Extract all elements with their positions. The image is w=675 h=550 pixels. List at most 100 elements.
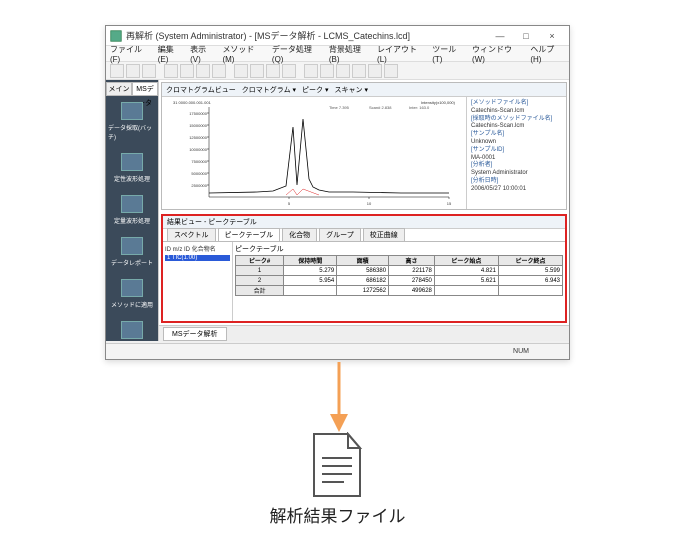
info-k5: [分析者] — [471, 162, 562, 170]
info-k6: [分析日時] — [471, 178, 562, 186]
result-file-icon — [308, 432, 366, 498]
chromatogram-panel: クロマトグラムビュー クロマトグラム ▾ ピーク ▾ スキャン ▾ Intens… — [161, 82, 567, 210]
report-icon — [121, 237, 143, 255]
sidebar-item-acquire[interactable]: データ採取(バッチ) — [106, 96, 158, 147]
doc-tab[interactable]: MSデータ解析 — [163, 327, 227, 341]
tool-btn[interactable] — [282, 64, 296, 78]
tool-btn[interactable] — [384, 64, 398, 78]
tool-btn[interactable] — [250, 64, 264, 78]
quant-icon — [121, 195, 143, 213]
minimize-button[interactable]: — — [487, 27, 513, 45]
sidebar-item-extra[interactable] — [106, 315, 158, 345]
tool-btn[interactable] — [164, 64, 178, 78]
tool-btn[interactable] — [336, 64, 350, 78]
sidebar: メイン MSデータ データ採取(バッチ) 定性波形処理 定量波形処理 データレポ… — [106, 80, 158, 341]
menu-tools[interactable]: ツール(T) — [432, 44, 466, 64]
th-area[interactable]: 面積 — [337, 256, 389, 266]
menu-layout[interactable]: レイアウト(L) — [377, 44, 426, 64]
svg-text:15: 15 — [447, 201, 452, 206]
sidebar-label: 定性波形処理 — [114, 174, 150, 183]
svg-text:5: 5 — [288, 201, 291, 206]
tool-btn[interactable] — [110, 64, 124, 78]
info-v5: System Administrator — [471, 170, 562, 178]
peak-table-wrap: ピークテーブル ピーク# 保持時間 面積 高さ ピーク始点 ピーク終点 — [233, 242, 565, 321]
svg-text:7500000: 7500000 — [191, 159, 207, 164]
chrom-dd1[interactable]: クロマトグラム ▾ — [242, 85, 296, 95]
sidebar-tab-msdata[interactable]: MSデータ — [132, 82, 158, 96]
tool-btn[interactable] — [352, 64, 366, 78]
tab-compound[interactable]: 化合物 — [282, 228, 317, 241]
status-bar: NUM — [106, 343, 569, 359]
th-peak[interactable]: ピーク# — [236, 256, 284, 266]
menu-bg[interactable]: 背景処理(B) — [329, 44, 371, 64]
tab-spectrum[interactable]: スペクトル — [167, 228, 216, 241]
sidebar-item-report[interactable]: データレポート — [106, 231, 158, 273]
menu-help[interactable]: ヘルプ(H) — [530, 44, 565, 64]
app-icon — [110, 30, 122, 42]
tool-btn[interactable] — [368, 64, 382, 78]
tool-btn[interactable] — [212, 64, 226, 78]
tab-peaktable[interactable]: ピークテーブル — [218, 228, 281, 241]
menu-dataproc[interactable]: データ処理(Q) — [272, 44, 323, 64]
tool-btn[interactable] — [266, 64, 280, 78]
sidebar-item-qual[interactable]: 定性波形処理 — [106, 147, 158, 189]
tool-btn[interactable] — [304, 64, 318, 78]
sidebar-label: メソッドに適用 — [111, 300, 153, 309]
th-start[interactable]: ピーク始点 — [434, 256, 498, 266]
th-height[interactable]: 高さ — [389, 256, 435, 266]
tool-btn[interactable] — [126, 64, 140, 78]
tool-btn[interactable] — [234, 64, 248, 78]
sidebar-label: データ採取(バッチ) — [108, 123, 156, 141]
info-v1: Catechins-Scan.lcm — [471, 108, 562, 116]
sidebar-item-apply[interactable]: メソッドに適用 — [106, 273, 158, 315]
th-rt[interactable]: 保持時間 — [284, 256, 337, 266]
tab-group[interactable]: グループ — [319, 228, 361, 241]
tool-btn[interactable] — [196, 64, 210, 78]
compound-selected[interactable]: 1 TIC(1.00) — [165, 255, 230, 261]
menu-edit[interactable]: 編集(E) — [158, 44, 184, 64]
tab-calib[interactable]: 校正曲線 — [363, 228, 405, 241]
table-row-total: 合計 1272562 499628 — [236, 286, 563, 296]
svg-text:Time 7.395: Time 7.395 — [329, 105, 350, 110]
info-k2: [採取時のメソッドファイル名] — [471, 116, 562, 124]
window-title: 再解析 (System Administrator) - [MSデータ解析 - … — [126, 29, 410, 42]
info-column: [メソッドファイル名] Catechins-Scan.lcm [採取時のメソッド… — [466, 97, 566, 209]
chrom-dd3[interactable]: スキャン ▾ — [335, 85, 368, 95]
toolbar — [106, 62, 569, 80]
svg-text:2500000: 2500000 — [191, 183, 207, 188]
menu-method[interactable]: メソッド(M) — [222, 44, 265, 64]
menu-view[interactable]: 表示(V) — [190, 44, 216, 64]
sidebar-item-quant[interactable]: 定量波形処理 — [106, 189, 158, 231]
app-window: 再解析 (System Administrator) - [MSデータ解析 - … — [105, 25, 570, 360]
tool-btn[interactable] — [320, 64, 334, 78]
menu-file[interactable]: ファイル(F) — [110, 44, 152, 64]
caption: 解析結果ファイル — [235, 502, 440, 527]
sidebar-label: データレポート — [111, 258, 153, 267]
menu-window[interactable]: ウィンドウ(W) — [472, 44, 524, 64]
sidebar-label: 定量波形処理 — [114, 216, 150, 225]
table-row: 2 5.954 686182 278450 5.621 6.943 — [236, 276, 563, 286]
table-row: 1 5.279 586380 221178 4.821 5.599 — [236, 266, 563, 276]
chart-area[interactable]: Intensity(x100,000) 31 0000.000.001.001 … — [162, 97, 466, 209]
svg-text:10000000: 10000000 — [189, 147, 208, 152]
result-panel: 結果ビュー - ピークテーブル スペクトル ピークテーブル 化合物 グループ 校… — [161, 214, 567, 323]
maximize-button[interactable]: □ — [513, 27, 539, 45]
compound-hdr: ID m/z ID 化合物名 — [165, 244, 230, 253]
status-num: NUM — [513, 348, 529, 355]
tool-btn[interactable] — [142, 64, 156, 78]
svg-text:Inter: 163.0: Inter: 163.0 — [409, 105, 430, 110]
svg-text:5000000: 5000000 — [191, 171, 207, 176]
extra-icon — [121, 321, 143, 339]
th-end[interactable]: ピーク終点 — [498, 256, 562, 266]
tool-btn[interactable] — [180, 64, 194, 78]
close-button[interactable]: × — [539, 27, 565, 45]
svg-text:Scan# 2.838: Scan# 2.838 — [369, 105, 392, 110]
svg-text:10: 10 — [367, 201, 372, 206]
main-area: メイン MSデータ データ採取(バッチ) 定性波形処理 定量波形処理 データレポ… — [106, 80, 569, 341]
run-label: 31 0000.000.001.001 — [173, 100, 212, 105]
content-area: クロマトグラムビュー クロマトグラム ▾ ピーク ▾ スキャン ▾ Intens… — [158, 80, 569, 341]
sidebar-tab-main[interactable]: メイン — [106, 82, 132, 96]
compound-list: ID m/z ID 化合物名 1 TIC(1.00) — [163, 242, 233, 321]
chrom-dd2[interactable]: ピーク ▾ — [302, 85, 328, 95]
menu-bar: ファイル(F) 編集(E) 表示(V) メソッド(M) データ処理(Q) 背景処… — [106, 46, 569, 62]
